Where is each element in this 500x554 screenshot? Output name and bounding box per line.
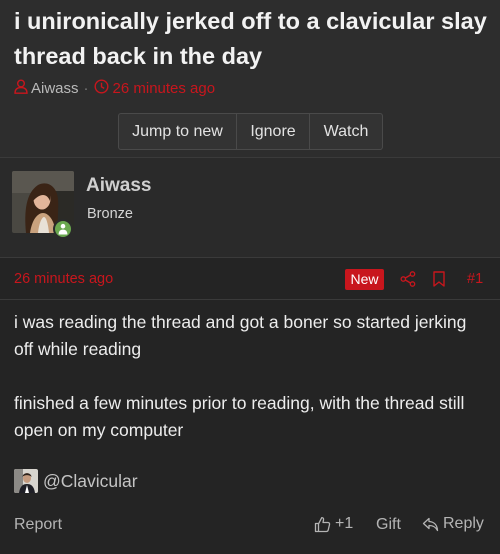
thread-header: i unironically jerked off to a clavicula… [0, 0, 500, 158]
post-footer: Report +1 Gift Reply [0, 503, 500, 554]
mention-username[interactable]: @Clavicular [43, 471, 138, 492]
post-time[interactable]: 26 minutes ago [14, 271, 113, 287]
post-user-info: Aiwass Bronze [0, 158, 500, 258]
meta-separator: · [83, 80, 89, 97]
ignore-button[interactable]: Ignore [237, 114, 310, 149]
post-paragraph: i was reading the thread and got a boner… [14, 312, 467, 359]
like-button[interactable]: +1 [314, 515, 353, 533]
post-body: i was reading the thread and got a boner… [14, 309, 486, 444]
post-meta-bar: 26 minutes ago New #1 [0, 258, 500, 300]
thread-meta: Aiwass · 26 minutes ago [14, 79, 215, 98]
post-username[interactable]: Aiwass [86, 175, 151, 197]
user-mention[interactable]: @Clavicular [14, 469, 138, 493]
jump-to-new-button[interactable]: Jump to new [119, 114, 237, 149]
bookmark-icon[interactable] [432, 271, 446, 292]
reply-icon [422, 517, 439, 531]
like-count: +1 [335, 515, 354, 532]
new-badge: New [345, 269, 384, 290]
online-person-icon [58, 223, 68, 235]
reply-label: Reply [443, 515, 484, 532]
gift-button[interactable]: Gift [376, 516, 401, 534]
thumbs-up-icon [314, 516, 331, 532]
user-icon [14, 79, 28, 98]
thread-time[interactable]: 26 minutes ago [113, 80, 216, 97]
post-number-link[interactable]: #1 [467, 271, 483, 287]
thread-title: i unironically jerked off to a clavicula… [14, 8, 487, 69]
clock-icon [94, 79, 109, 98]
user-title: Bronze [87, 206, 133, 222]
reply-button[interactable]: Reply [422, 515, 484, 533]
watch-button[interactable]: Watch [310, 114, 382, 149]
share-icon[interactable] [400, 271, 416, 292]
thread-author-link[interactable]: Aiwass [31, 80, 79, 97]
thread-action-buttons: Jump to new Ignore Watch [118, 113, 383, 150]
online-status-indicator [53, 219, 73, 239]
mention-avatar [14, 469, 38, 493]
report-button[interactable]: Report [14, 516, 62, 534]
post-paragraph: finished a few minutes prior to reading,… [14, 393, 465, 440]
